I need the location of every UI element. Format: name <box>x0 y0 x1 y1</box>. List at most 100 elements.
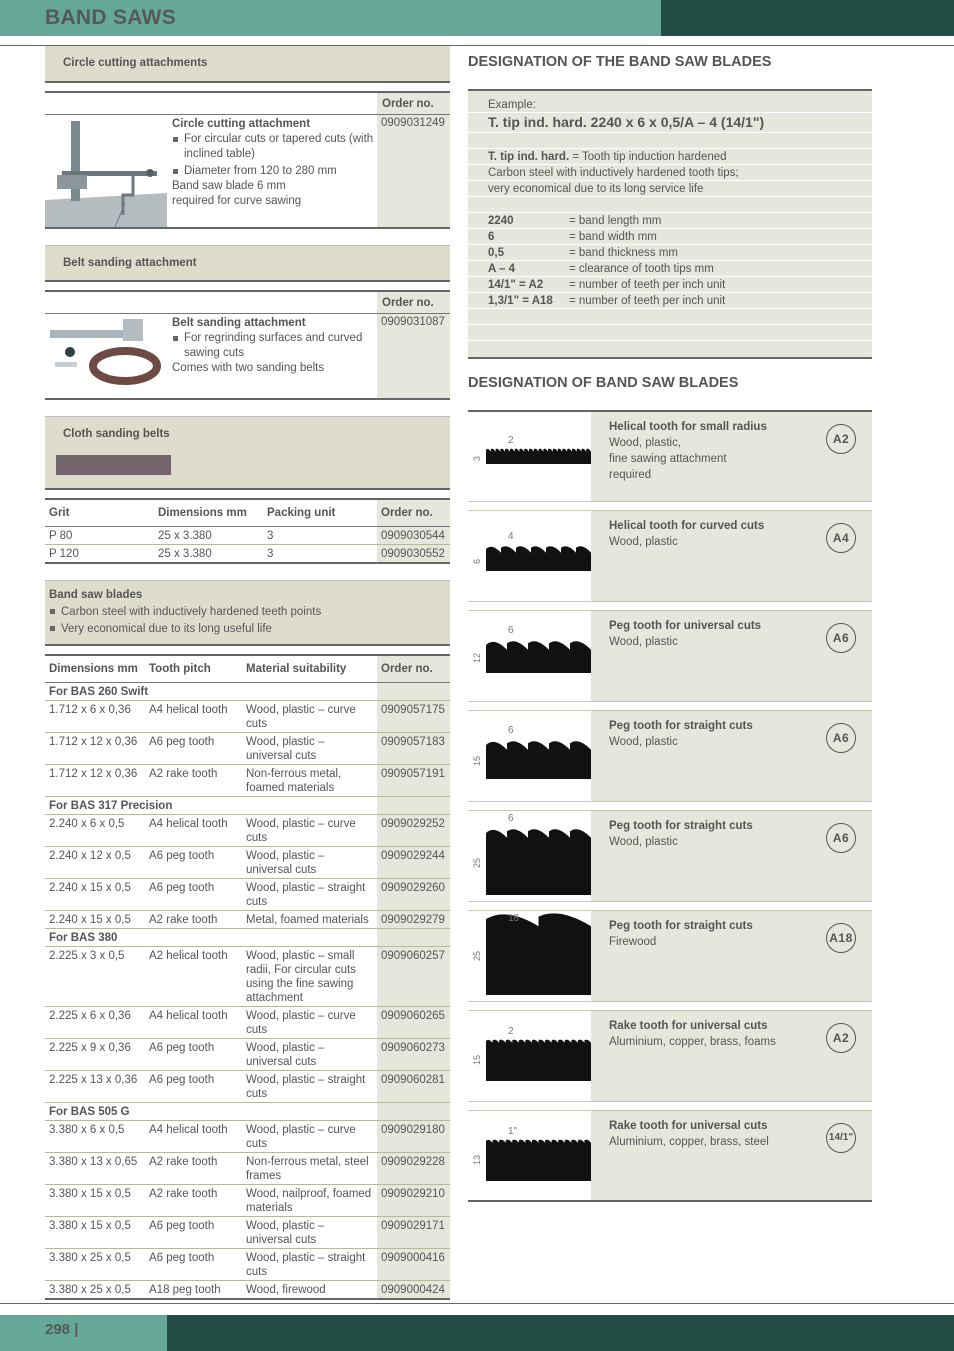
blade-profile-shape <box>486 546 591 571</box>
designation-example-box: Example: T. tip ind. hard. 2240 x 6 x 0,… <box>468 89 872 359</box>
cell-material: Wood, plastic – straight cuts <box>242 1248 377 1281</box>
cell-material: Wood, plastic – curve cuts <box>242 814 377 847</box>
spacer-line <box>468 325 872 341</box>
cell-material: Wood, plastic – universal cuts <box>242 1216 377 1249</box>
blade-type-name: Peg tooth for straight cuts <box>609 820 753 832</box>
cell-order-no: 0909057175 <box>377 700 450 733</box>
height-label: 25 <box>472 951 482 961</box>
group-name: For BAS 505 G <box>45 1102 377 1121</box>
right-column: DESIGNATION OF THE BAND SAW BLADES Examp… <box>468 46 872 1210</box>
blade-profile-shape <box>486 1039 591 1081</box>
cell-tooth-pitch: A2 rake tooth <box>145 764 242 797</box>
pitch-label: 6 <box>508 813 514 824</box>
cell-order-no: 0909060281 <box>377 1070 450 1103</box>
cell-order-no: 0909029279 <box>377 910 450 929</box>
blade-profile-shape <box>486 641 591 673</box>
cell-order-no: 0909000424 <box>377 1280 450 1300</box>
blade-type-info: Rake tooth for universal cuts Aluminium, … <box>591 1111 872 1200</box>
cell-order-no <box>377 928 450 947</box>
footer-divider <box>0 1303 954 1304</box>
blade-type-description: Firewood <box>609 936 657 948</box>
blade-type-name: Peg tooth for straight cuts <box>609 720 753 732</box>
tooth-pitch-badge: A2 <box>826 1023 856 1053</box>
cell-material: Wood, plastic – curve cuts <box>242 1006 377 1039</box>
designation-key: 6 <box>488 231 495 243</box>
bullet: Diameter from 120 to 280 mm <box>172 164 377 179</box>
cell-tooth-pitch: A2 helical tooth <box>145 946 242 1007</box>
pitch-label: 6 <box>508 725 514 736</box>
abbr: T. tip ind. hard. <box>488 151 570 163</box>
sanding-belt-image <box>56 455 171 475</box>
cell-tooth-pitch: A6 peg tooth <box>145 1248 242 1281</box>
blade-type-name: Peg tooth for straight cuts <box>609 920 753 932</box>
section-circle-cutting: Circle cutting attachments <box>45 46 450 83</box>
table-row: 2.225 x 6 x 0,36 A4 helical tooth Wood, pl… <box>45 1006 450 1039</box>
cell-order-no: 0909030552 <box>377 544 450 564</box>
pitch-label: 6 <box>508 625 514 636</box>
blade-type-item: 2 15 Rake tooth for universal cuts Aluminiu… <box>468 1010 872 1102</box>
band-saw-blades-table: Dimensions mm Tooth pitch Material suita… <box>45 654 450 1300</box>
section-belt-sanding: Belt sanding attachment <box>45 245 450 282</box>
cell-tooth-pitch: A2 rake tooth <box>145 910 242 929</box>
cell-material: Metal, foamed materials <box>242 910 377 929</box>
cell-material: Non-ferrous metal, steel frames <box>242 1152 377 1185</box>
header-band-dark <box>661 0 954 36</box>
circle-table-header: Order no. <box>45 91 450 115</box>
group-name: For BAS 260 Swift <box>45 682 377 701</box>
blade-profile-image: 18 25 <box>468 911 591 1001</box>
pitch-label: 2 <box>508 435 514 446</box>
blade-profile-image: 46 <box>468 511 591 601</box>
blade-type-info: Helical tooth for small radius Wood, plas… <box>591 412 872 501</box>
cell-tooth-pitch: A6 peg tooth <box>145 1038 242 1071</box>
blade-profile-image: 23 <box>468 412 591 501</box>
tooth-pitch-badge: A18 <box>826 923 856 953</box>
height-label: 15 <box>472 1055 482 1065</box>
table-row: 2.225 x 13 x 0,36 A6 peg tooth Wood, plast… <box>45 1070 450 1103</box>
blade-type-item: 6 12 Peg tooth for universal cuts Wood, pla… <box>468 610 872 702</box>
blade-type-description: Aluminium, copper, brass, steel <box>609 1136 769 1148</box>
cell-tooth-pitch: A2 rake tooth <box>145 1184 242 1217</box>
blade-profile-image: 6 25 <box>468 811 591 901</box>
designation-key-row: 6 = band width mm <box>468 229 872 245</box>
blade-profile-shape <box>486 913 591 995</box>
bullet: Very economical due to its long useful l… <box>49 621 432 638</box>
product-circle-cutting: Circle cutting attachment For circular c… <box>45 115 450 229</box>
cell-tooth-pitch: A18 peg tooth <box>145 1280 242 1300</box>
blade-profile-shape <box>486 448 591 464</box>
blade-profile-shape <box>486 829 591 895</box>
cell-dimensions: 1.712 x 12 x 0,36 <box>45 732 145 765</box>
blade-type-description: Aluminium, copper, brass, foams <box>609 1036 776 1048</box>
cell-dimensions: 2.225 x 3 x 0,5 <box>45 946 145 1007</box>
footer-band-dark <box>167 1315 954 1351</box>
cell-packing-unit: 3 <box>263 544 377 564</box>
column-header: Packing unit <box>263 499 377 527</box>
height-label: 13 <box>472 1155 482 1165</box>
belt-sanding-description: Belt sanding attachment For regrinding s… <box>172 314 377 398</box>
order-no-header: Order no. <box>377 93 450 114</box>
designation-title: DESIGNATION OF THE BAND SAW BLADES <box>468 54 772 70</box>
bullet: For regrinding surfaces and curved sawin… <box>172 331 377 361</box>
cell-material: Wood, plastic – universal cuts <box>242 1038 377 1071</box>
cell-order-no: 0909057183 <box>377 732 450 765</box>
spacer-line <box>468 133 872 149</box>
designation-value: = band length mm <box>569 215 662 227</box>
table-header-row: Grit Dimensions mm Packing unit Order no… <box>45 499 450 527</box>
group-row: For BAS 317 Precision <box>45 796 450 815</box>
product-belt-sanding: Belt sanding attachment For regrinding s… <box>45 314 450 400</box>
height-label: 12 <box>472 653 482 663</box>
product-note: Comes with two sanding belts <box>172 362 325 374</box>
blade-type-info: Helical tooth for curved cuts Wood, plast… <box>591 511 872 601</box>
blade-type-item: 1" 13 Rake tooth for universal cuts Alumini… <box>468 1110 872 1202</box>
page-header: BAND SAWS <box>0 0 954 36</box>
cell-material: Wood, nailproof, foamed materials <box>242 1184 377 1217</box>
table-row: 3.380 x 25 x 0,5 A6 peg tooth Wood, plasti… <box>45 1248 450 1281</box>
cell-order-no: 0909000416 <box>377 1248 450 1281</box>
cell-order-no: 0909029260 <box>377 878 450 911</box>
designation-key-row: 1,3/1" = A18 = number of teeth per inch u… <box>468 293 872 309</box>
cell-dimensions: 25 x 3.380 <box>154 544 263 564</box>
blade-type-item: 18 25 Peg tooth for straight cuts Firewood A… <box>468 910 872 1002</box>
cell-material: Wood, plastic – curve cuts <box>242 700 377 733</box>
cell-dimensions: 1.712 x 12 x 0,36 <box>45 764 145 797</box>
section-band-saw-blades: Band saw blades Carbon steel with induct… <box>45 580 450 646</box>
